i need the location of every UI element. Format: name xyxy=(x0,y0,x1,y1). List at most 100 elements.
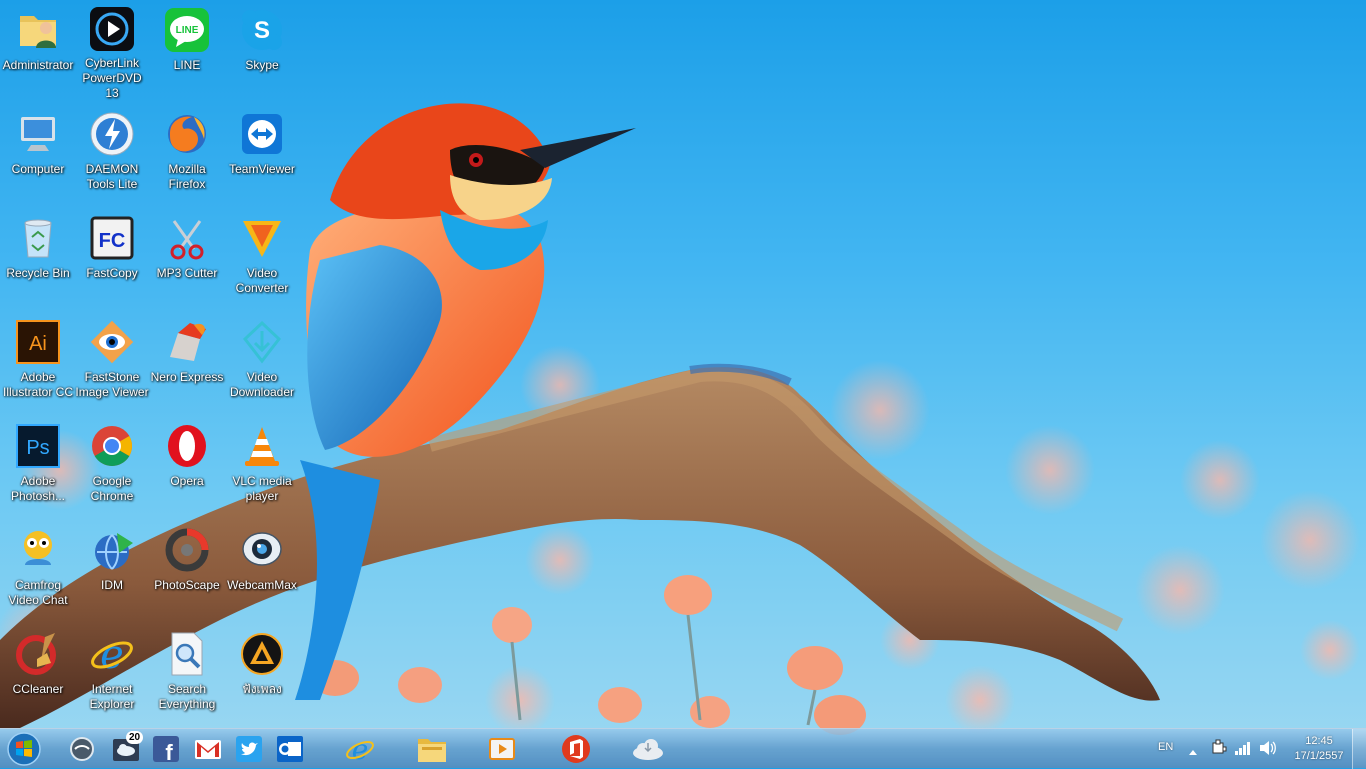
clock[interactable]: 12:45 17/1/2557 xyxy=(1284,734,1354,764)
faststone-icon xyxy=(88,318,136,366)
desktop-icon-powerdvd[interactable]: CyberLink PowerDVD 13 xyxy=(74,0,150,100)
svg-text:LINE: LINE xyxy=(176,25,199,36)
desktop-icon-idm[interactable]: IDM xyxy=(74,520,150,620)
desktop-icon-fastcopy[interactable]: FC FastCopy xyxy=(74,208,150,308)
taskbar-twitter[interactable] xyxy=(229,732,269,766)
taskbar: 20 f e EN 12:45 17/1/2557 xyxy=(0,728,1366,769)
desktop-icon-label: MP3 Cutter xyxy=(156,266,218,280)
desktop-icon-label: Nero Express xyxy=(150,370,224,384)
windows-logo-icon xyxy=(7,732,41,766)
desktop-icon-label: CyberLink PowerDVD 13 xyxy=(82,56,142,100)
svg-text:Ps: Ps xyxy=(26,437,49,459)
signal-icon[interactable] xyxy=(1234,739,1252,761)
desktop-icon-administrator[interactable]: Administrator xyxy=(0,0,76,100)
photoscape-icon xyxy=(163,526,211,574)
clock-date: 17/1/2557 xyxy=(1294,750,1344,762)
webcammax-icon xyxy=(238,526,286,574)
desktop-icon-teamviewer[interactable]: TeamViewer xyxy=(224,104,300,204)
circle-app-icon xyxy=(70,737,94,761)
taskbar-circle-app[interactable] xyxy=(62,732,102,766)
desktop-icon-recycle-bin[interactable]: Recycle Bin xyxy=(0,208,76,308)
network-adapter-icon[interactable] xyxy=(1210,739,1228,761)
desktop-icon-label: Camfrog Video Chat xyxy=(8,578,68,607)
taskbar-cloud-app[interactable] xyxy=(628,732,668,766)
search-everything-icon xyxy=(163,630,211,678)
photoshop-icon: Ps xyxy=(14,422,62,470)
desktop-icon-vlc[interactable]: VLC media player xyxy=(224,416,300,516)
taskbar-gmail[interactable] xyxy=(188,732,228,766)
desktop-icon-label: IDM xyxy=(101,578,123,592)
desktop-icon-label: Opera xyxy=(170,474,204,488)
powerdvd-icon xyxy=(88,6,136,52)
desktop-icon-label: WebcamMax xyxy=(227,578,297,592)
svg-text:e: e xyxy=(352,734,369,764)
desktop-icon-search-everything[interactable]: Search Everything xyxy=(149,624,225,724)
desktop-icon-firefox[interactable]: Mozilla Firefox xyxy=(149,104,225,204)
taskbar-office[interactable] xyxy=(556,732,596,766)
svg-text:f: f xyxy=(165,740,173,763)
desktop-icon-skype[interactable]: S Skype xyxy=(224,0,300,100)
desktop-icon-computer[interactable]: Computer xyxy=(0,104,76,204)
user-folder-icon xyxy=(14,6,62,54)
vlc-icon xyxy=(238,422,286,470)
desktop-icon-mp3-cutter[interactable]: MP3 Cutter xyxy=(149,208,225,308)
taskbar-outlook[interactable] xyxy=(270,732,310,766)
svg-text:e: e xyxy=(100,632,124,677)
cloud-icon xyxy=(633,739,663,760)
recycle-bin-icon xyxy=(14,214,62,262)
show-desktop-button[interactable] xyxy=(1352,729,1366,769)
show-hidden-icon[interactable] xyxy=(1188,742,1198,761)
desktop-icon-label: Google Chrome xyxy=(90,474,134,503)
fastcopy-icon: FC xyxy=(88,214,136,262)
taskbar-file-explorer[interactable] xyxy=(412,732,452,766)
facebook-icon: f xyxy=(153,736,179,763)
media-player-icon xyxy=(489,738,515,760)
ccleaner-icon xyxy=(14,630,62,678)
desktop-icon-video-downloader[interactable]: Video Downloader xyxy=(224,312,300,412)
desktop-icon-video-converter[interactable]: Video Converter xyxy=(224,208,300,308)
language-indicator[interactable]: EN xyxy=(1158,741,1173,753)
start-button[interactable] xyxy=(4,730,44,768)
desktop-icon-opera[interactable]: Opera xyxy=(149,416,225,516)
desktop-icon-illustrator[interactable]: Ai Adobe Illustrator CC xyxy=(0,312,76,412)
desktop-icon-internet-explorer[interactable]: e Internet Explorer xyxy=(74,624,150,724)
desktop-icon-line[interactable]: LINE LINE xyxy=(149,0,225,100)
desktop-icon-label: FastStone Image Viewer xyxy=(75,370,149,399)
computer-icon xyxy=(14,110,62,158)
taskbar-weather[interactable]: 20 xyxy=(106,731,146,766)
desktop-icon-label: Search Everything xyxy=(158,682,216,711)
line-icon: LINE xyxy=(163,6,211,54)
desktop-icon-label: CCleaner xyxy=(12,682,64,696)
video-downloader-icon xyxy=(238,318,286,366)
nero-icon xyxy=(163,318,211,366)
outlook-icon xyxy=(277,736,303,762)
desktop-icon-label: FastCopy xyxy=(86,266,138,280)
desktop-icon-label: VLC media player xyxy=(232,474,292,503)
firefox-icon xyxy=(163,110,211,158)
desktop-icon-webcammax[interactable]: WebcamMax xyxy=(224,520,300,620)
desktop-icon-label: Recycle Bin xyxy=(6,266,70,280)
taskbar-internet-explorer[interactable]: e xyxy=(340,732,380,766)
desktop-icon-nero-express[interactable]: Nero Express xyxy=(149,312,225,412)
desktop-icon-chrome[interactable]: Google Chrome xyxy=(74,416,150,516)
taskbar-media-player[interactable] xyxy=(482,732,522,766)
desktop-icon-daemon-tools[interactable]: DAEMON Tools Lite xyxy=(74,104,150,204)
desktop-icon-music-player[interactable]: ฟังเพลง xyxy=(224,624,300,724)
daemon-tools-icon xyxy=(88,110,136,158)
desktop-icon-label: Skype xyxy=(245,58,279,72)
desktop-icon-photoscape[interactable]: PhotoScape xyxy=(149,520,225,620)
desktop-icon-faststone[interactable]: FastStone Image Viewer xyxy=(74,312,150,412)
desktop-icon-label: Computer xyxy=(11,162,65,176)
desktop-icon-camfrog[interactable]: Camfrog Video Chat xyxy=(0,520,76,620)
taskbar-facebook[interactable]: f xyxy=(146,732,186,766)
twitter-icon xyxy=(236,736,262,762)
opera-icon xyxy=(163,422,211,470)
ie-icon: e xyxy=(346,734,374,764)
volume-icon[interactable] xyxy=(1258,739,1276,761)
desktop-icon-label: Adobe Illustrator CC xyxy=(2,370,73,399)
desktop-icon-label: DAEMON Tools Lite xyxy=(85,162,139,191)
desktop-icon-photoshop[interactable]: Ps Adobe Photosh... xyxy=(0,416,76,516)
desktop-icon-label: Video Downloader xyxy=(229,370,295,399)
teamviewer-icon xyxy=(238,110,286,158)
desktop-icon-ccleaner[interactable]: CCleaner xyxy=(0,624,76,724)
